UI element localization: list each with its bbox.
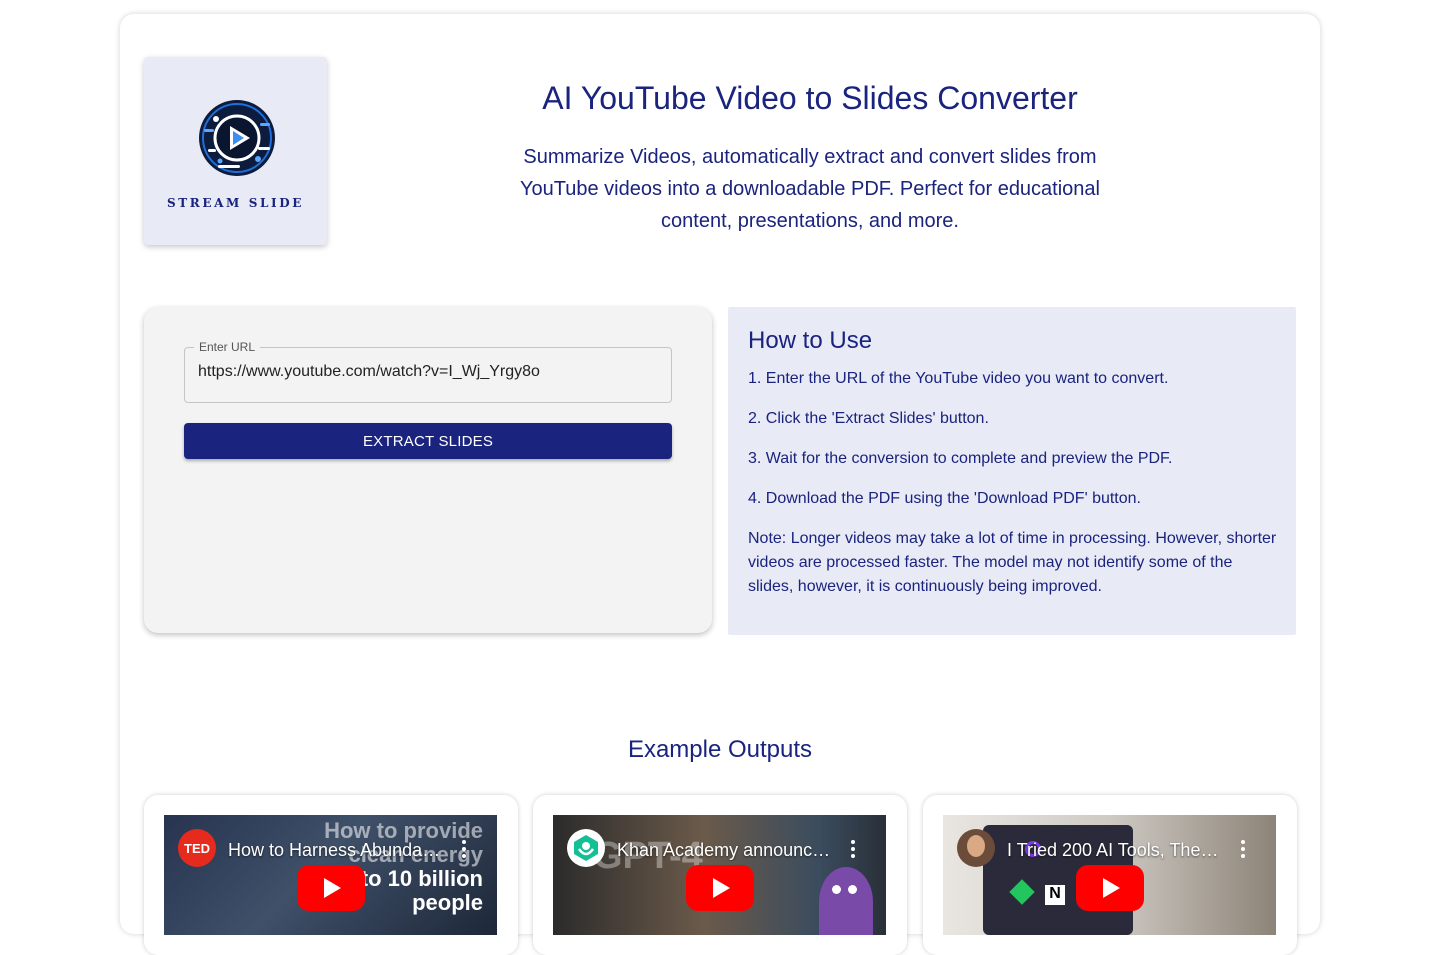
how-to-step: 1. Enter the URL of the YouTube video yo… (748, 370, 1169, 387)
khan-academy-icon[interactable] (567, 829, 605, 867)
how-to-step: 3. Wait for the conversion to complete a… (748, 450, 1173, 467)
more-options-icon[interactable] (850, 840, 856, 860)
page-card: STREAM SLIDE AI YouTube Video to Slides … (120, 14, 1320, 955)
video-embed-1[interactable]: How to provide clean energy to 10 billio… (164, 815, 497, 935)
video-title[interactable]: How to Harness Abundant Clean Energy (228, 840, 448, 861)
more-options-icon[interactable] (1240, 840, 1246, 860)
page-subtitle: Summarize Videos, automatically extract … (519, 146, 1100, 232)
url-field[interactable]: Enter URL (184, 340, 672, 403)
url-field-label: Enter URL (194, 340, 261, 354)
example-card-3: N I Tried 200 AI Tools, These Are The Be… (923, 795, 1297, 955)
page-title: AI YouTube Video to Slides Converter (542, 80, 1078, 116)
video-title[interactable]: Khan Academy announces GPT-4 (617, 840, 837, 861)
more-options-icon[interactable] (461, 840, 467, 860)
play-button-icon[interactable] (1076, 865, 1144, 911)
example-card-1: How to provide clean energy to 10 billio… (144, 795, 518, 955)
how-to-use-steps: 1. Enter the URL of the YouTube video yo… (748, 369, 1278, 529)
extract-slides-button[interactable]: EXTRACT SLIDES (184, 423, 672, 459)
how-to-use-panel: How to Use 1. Enter the URL of the YouTu… (728, 307, 1296, 635)
example-card-2: GPT-4 Khan Academy announces GPT-4 (533, 795, 907, 955)
examples-heading: Example Outputs (627, 736, 813, 763)
url-form-card: Enter URL EXTRACT SLIDES (144, 307, 712, 633)
play-button-icon[interactable] (297, 865, 365, 911)
logo-card[interactable]: STREAM SLIDE (144, 57, 327, 245)
avatar-figure-icon (819, 867, 873, 935)
play-button-icon[interactable] (686, 865, 754, 911)
logo-play-icon (199, 100, 275, 176)
how-to-use-title: How to Use (748, 327, 873, 354)
ted-channel-icon[interactable]: TED (178, 829, 216, 867)
url-input[interactable] (198, 363, 658, 381)
video-title[interactable]: I Tried 200 AI Tools, These Are The Best (1007, 840, 1227, 861)
video-embed-2[interactable]: GPT-4 Khan Academy announces GPT-4 (553, 815, 886, 935)
brand-name: STREAM SLIDE (167, 196, 304, 210)
how-to-step: 2. Click the 'Extract Slides' button. (748, 410, 989, 427)
channel-avatar-icon[interactable] (957, 829, 995, 867)
how-to-step: 4. Download the PDF using the 'Download … (748, 490, 1141, 507)
how-to-note: Note: Longer videos may take a lot of ti… (748, 530, 1277, 595)
video-embed-3[interactable]: N I Tried 200 AI Tools, These Are The Be… (943, 815, 1276, 935)
